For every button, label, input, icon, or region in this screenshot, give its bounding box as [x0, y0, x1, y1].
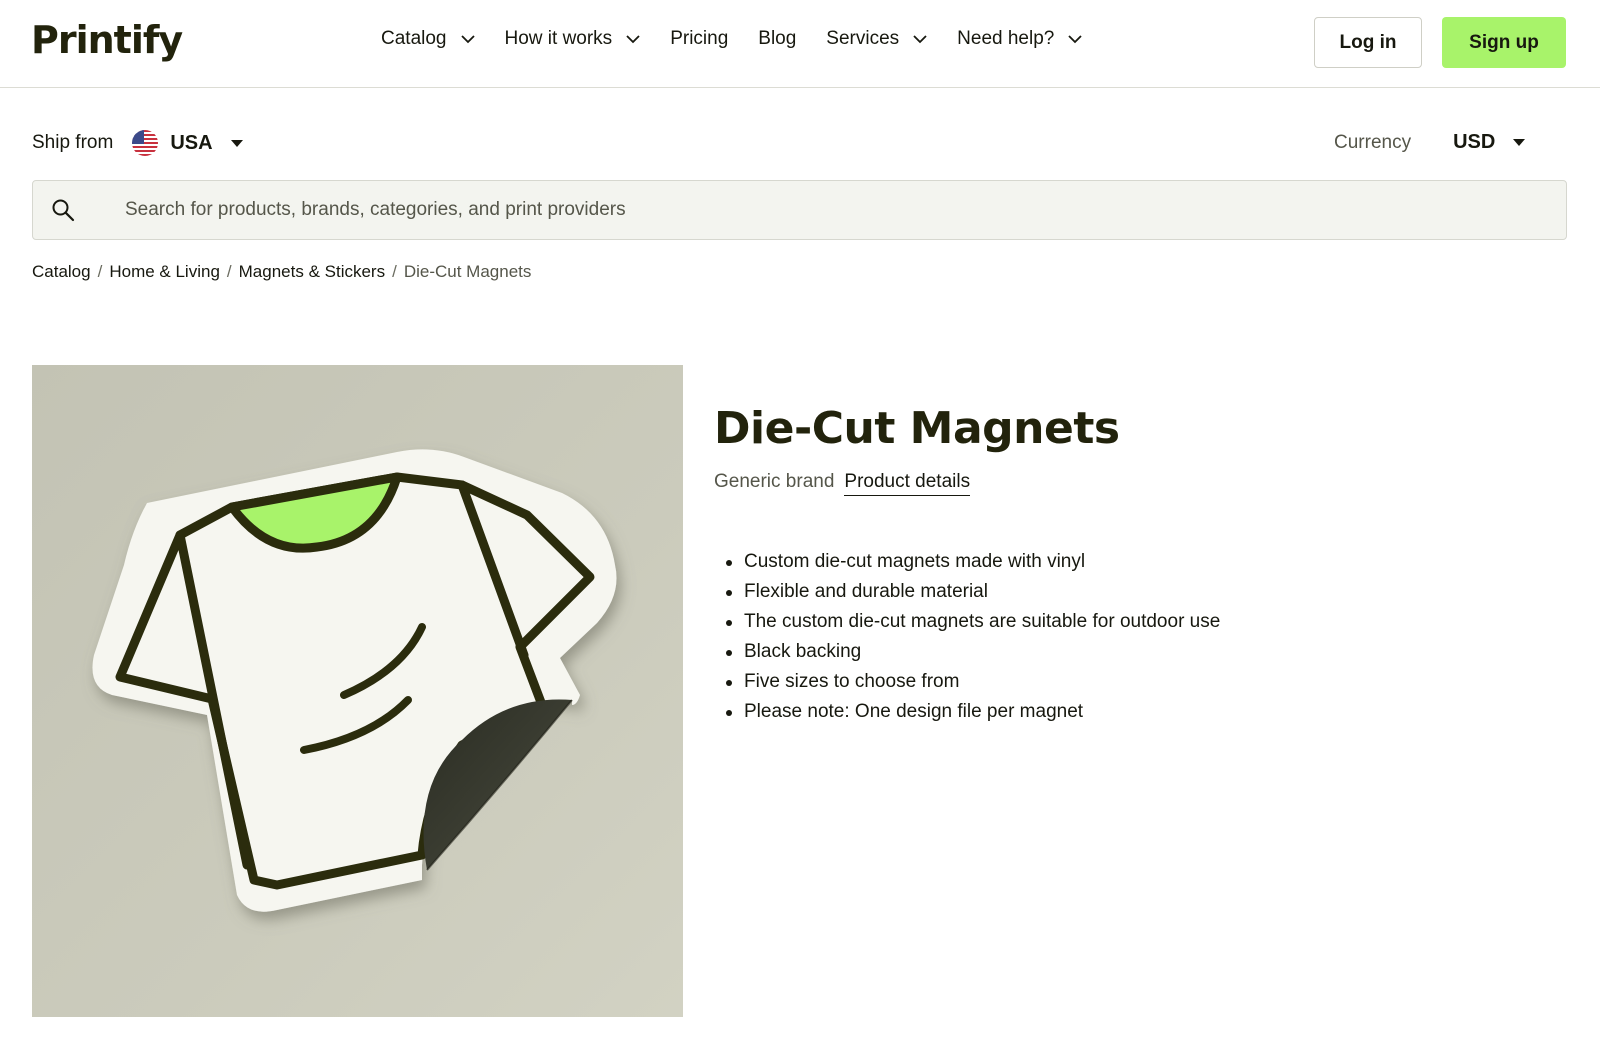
breadcrumb-catalog[interactable]: Catalog	[32, 262, 91, 282]
currency-value: USD	[1453, 131, 1496, 153]
product-title: Die-Cut Magnets	[714, 403, 1120, 454]
nav-blog-label: Blog	[758, 28, 797, 49]
caret-down-icon	[1513, 139, 1526, 146]
nav-how-it-works-label: How it works	[504, 28, 613, 49]
breadcrumb-magnets-stickers[interactable]: Magnets & Stickers	[239, 262, 385, 282]
list-item: Black backing	[726, 640, 1220, 670]
chevron-down-icon	[913, 34, 927, 44]
breadcrumb-current: Die-Cut Magnets	[403, 262, 532, 281]
breadcrumb: Catalog / Home & Living / Magnets & Stic…	[32, 262, 531, 282]
us-flag-icon	[132, 130, 159, 156]
login-button[interactable]: Log in	[1314, 17, 1422, 68]
chevron-down-icon	[626, 34, 640, 44]
breadcrumb-separator: /	[392, 262, 397, 281]
chevron-down-icon	[1068, 34, 1082, 44]
chevron-down-icon	[460, 34, 475, 44]
tshirt-magnet-illustration	[92, 449, 617, 912]
ship-from-selector[interactable]: Ship from USA	[32, 130, 243, 156]
search-input[interactable]	[93, 181, 1543, 239]
list-item: Flexible and durable material	[726, 580, 1220, 610]
nav-catalog-label: Catalog	[381, 28, 447, 49]
site-header: Printify Catalog How it works Pricing Bl…	[0, 0, 1600, 88]
search-bar	[32, 180, 1567, 240]
product-details-link[interactable]: Product details	[844, 471, 971, 496]
nav-catalog[interactable]: Catalog	[381, 28, 475, 50]
list-item: Custom die-cut magnets made with vinyl	[726, 550, 1220, 580]
product-brand: Generic brand	[714, 471, 835, 492]
currency-label: Currency	[1334, 131, 1412, 153]
list-item: The custom die-cut magnets are suitable …	[726, 610, 1220, 640]
breadcrumb-separator: /	[97, 262, 103, 281]
currency-selector[interactable]: Currency USD	[1334, 131, 1526, 154]
product-image[interactable]	[32, 365, 683, 1017]
printify-logo[interactable]: Printify	[31, 18, 183, 62]
nav-pricing[interactable]: Pricing	[670, 28, 728, 50]
nav-need-help-label: Need help?	[957, 28, 1055, 49]
product-meta: Generic brand Product details	[714, 471, 971, 496]
list-item: Please note: One design file per magnet	[726, 700, 1220, 730]
nav-services[interactable]: Services	[826, 28, 927, 50]
nav-need-help[interactable]: Need help?	[957, 28, 1082, 50]
breadcrumb-home-living[interactable]: Home & Living	[109, 262, 220, 282]
breadcrumb-separator: /	[226, 262, 232, 281]
ship-from-label: Ship from	[32, 132, 114, 153]
nav-blog[interactable]: Blog	[758, 28, 796, 50]
list-item: Five sizes to choose from	[726, 670, 1220, 700]
main-nav: Catalog How it works Pricing Blog Servic…	[381, 28, 1112, 50]
nav-pricing-label: Pricing	[670, 28, 729, 49]
search-icon	[51, 198, 75, 227]
caret-down-icon	[230, 139, 243, 147]
nav-how-it-works[interactable]: How it works	[505, 28, 641, 50]
signup-button[interactable]: Sign up	[1442, 17, 1566, 68]
product-features-list: Custom die-cut magnets made with vinyl F…	[726, 550, 1220, 730]
nav-services-label: Services	[826, 28, 900, 49]
ship-country-value: USA	[170, 131, 213, 154]
